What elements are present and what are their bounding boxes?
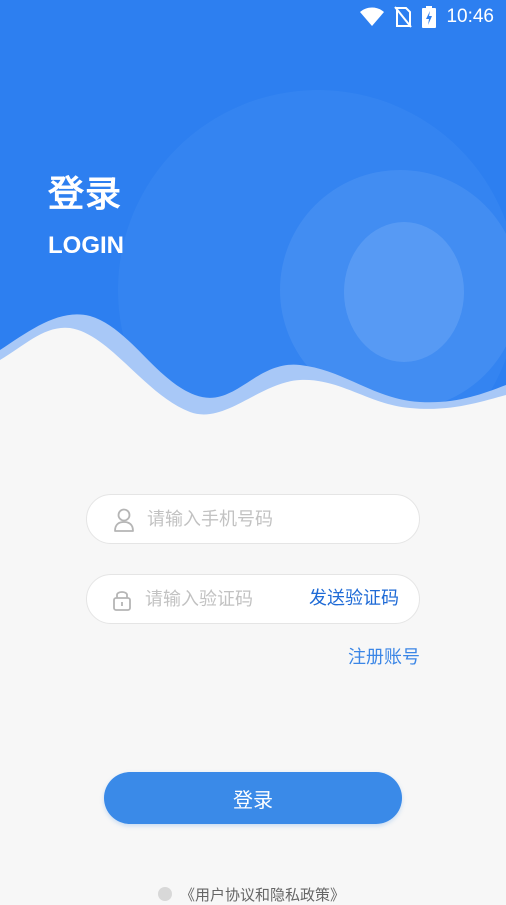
wave-background — [0, 0, 506, 440]
agreement-checkbox[interactable] — [158, 887, 172, 901]
page-subtitle: LOGIN — [48, 232, 124, 259]
status-time: 10:46 — [446, 6, 494, 27]
code-input[interactable] — [145, 575, 295, 623]
battery-charging-icon — [422, 6, 437, 28]
agreement-link[interactable]: 《用户协议和隐私政策》 — [180, 884, 345, 905]
status-bar: 10:46 — [0, 0, 506, 34]
send-code-button[interactable]: 发送验证码 — [309, 587, 399, 611]
phone-input[interactable] — [147, 495, 407, 543]
page-title: 登录 — [48, 174, 123, 215]
wifi-icon — [360, 7, 385, 26]
header-background — [0, 0, 506, 440]
user-icon — [113, 508, 135, 532]
code-field[interactable]: 发送验证码 — [86, 574, 420, 624]
login-button[interactable]: 登录 — [104, 772, 402, 824]
register-link[interactable]: 注册账号 — [348, 643, 420, 669]
no-sim-icon — [394, 6, 413, 28]
agreement: 《用户协议和隐私政策》 — [158, 884, 345, 904]
lock-icon — [111, 588, 133, 612]
phone-field[interactable] — [86, 494, 420, 544]
